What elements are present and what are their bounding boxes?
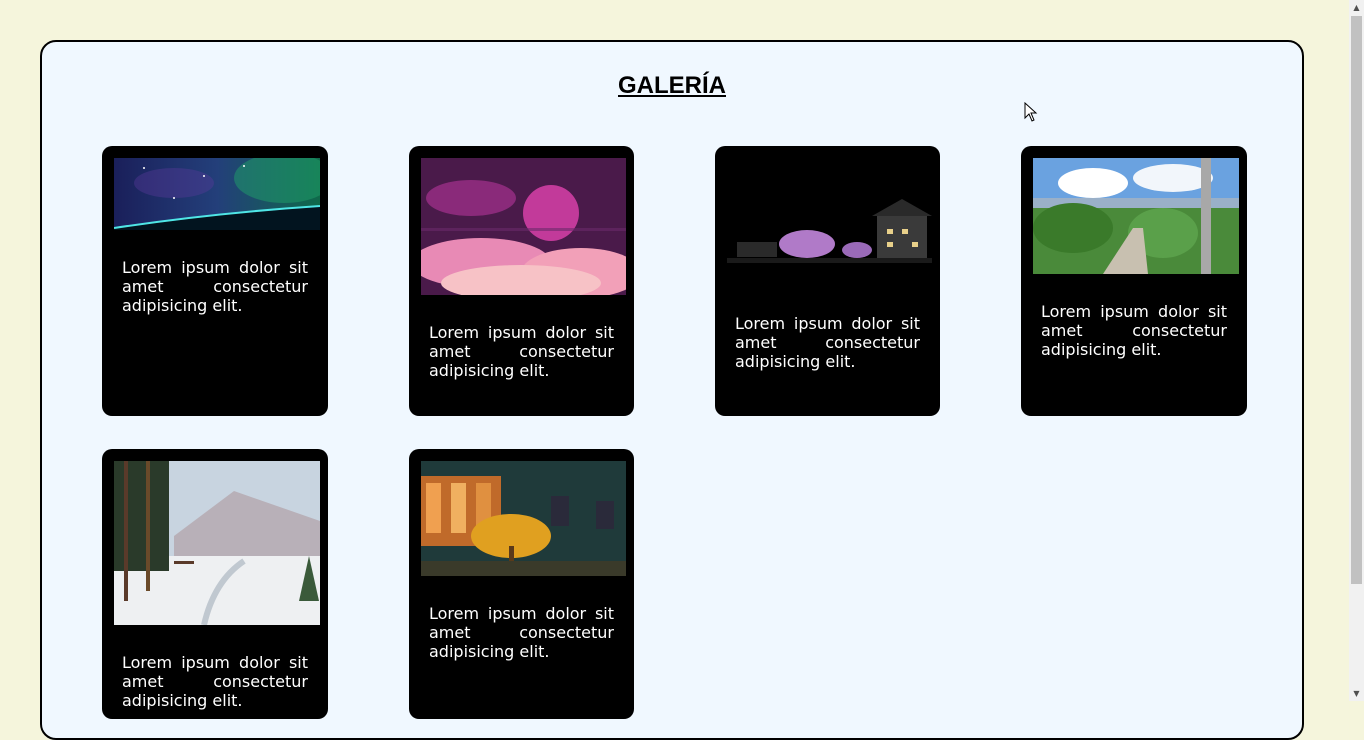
card-caption: Lorem ipsum dolor sit amet consectetur a… — [429, 323, 614, 380]
gallery-card-5[interactable]: Lorem ipsum dolor sit amet consectetur a… — [102, 449, 328, 719]
card-image-pink-clouds — [421, 158, 626, 295]
card-image-galaxy — [114, 158, 320, 230]
gallery-card-3[interactable]: Lorem ipsum dolor sit amet consectetur a… — [715, 146, 940, 416]
gallery-panel: GALERÍA Lorem ipsum dolor sit amet conse… — [40, 40, 1304, 740]
card-caption: Lorem ipsum dolor sit amet consectetur a… — [1041, 302, 1227, 359]
gallery-card-6[interactable]: Lorem ipsum dolor sit amet consectetur a… — [409, 449, 634, 719]
arrow-down-icon[interactable]: ▼ — [1349, 686, 1364, 701]
card-caption: Lorem ipsum dolor sit amet consectetur a… — [429, 604, 614, 661]
mouse-pointer-icon — [1024, 102, 1038, 122]
gallery-card-1[interactable]: Lorem ipsum dolor sit amet consectetur a… — [102, 146, 328, 416]
card-caption: Lorem ipsum dolor sit amet consectetur a… — [122, 653, 308, 710]
card-image-green-town — [1033, 158, 1239, 274]
page-title: GALERÍA — [618, 72, 726, 99]
gallery-card-4[interactable]: Lorem ipsum dolor sit amet consectetur a… — [1021, 146, 1247, 416]
card-caption: Lorem ipsum dolor sit amet consectetur a… — [122, 258, 308, 315]
card-image-autumn-tree — [421, 461, 626, 576]
gallery-card-2[interactable]: Lorem ipsum dolor sit amet consectetur a… — [409, 146, 634, 416]
arrow-up-icon[interactable]: ▲ — [1349, 0, 1364, 15]
card-image-night-castle — [727, 174, 932, 269]
vertical-scrollbar[interactable]: ▲ ▼ — [1349, 0, 1364, 701]
card-caption: Lorem ipsum dolor sit amet consectetur a… — [735, 314, 920, 371]
scroll-thumb[interactable] — [1351, 16, 1362, 584]
card-image-snowy-forest — [114, 461, 320, 625]
